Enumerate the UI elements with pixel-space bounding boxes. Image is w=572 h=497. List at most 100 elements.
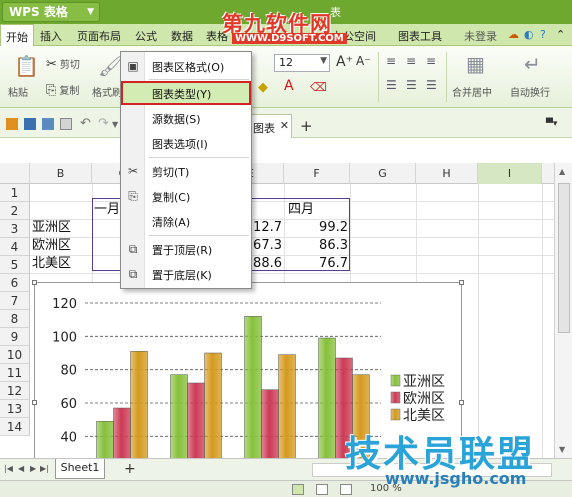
cell-b5[interactable]: 北美区 <box>32 255 71 273</box>
align-middle-icon[interactable]: ≡ <box>406 54 416 68</box>
login-link[interactable]: 未登录 <box>464 28 497 44</box>
paste-icon[interactable]: 📋 <box>14 54 39 78</box>
align-left-icon[interactable]: ☰ <box>386 78 397 92</box>
normal-view-icon[interactable] <box>292 484 304 495</box>
skin-icon[interactable]: ◐ <box>524 28 534 41</box>
row-header[interactable]: 2 <box>0 202 30 220</box>
resize-handle[interactable] <box>459 400 464 405</box>
add-sheet-icon[interactable]: + <box>124 461 136 477</box>
new-tab-icon[interactable]: + <box>300 117 313 135</box>
copy-button[interactable]: ⎘ 复制 <box>46 82 79 98</box>
document-tab[interactable]: 图表 ✕ <box>250 114 292 138</box>
redo-icon[interactable]: ↷ <box>98 116 109 131</box>
sheet-tab[interactable]: Sheet1 <box>55 459 105 479</box>
cloud-icon[interactable]: ☁ <box>508 28 519 41</box>
cell-f5[interactable]: 76.7 <box>296 255 348 273</box>
tab-chart-tools[interactable]: 图表工具 <box>398 28 442 44</box>
close-icon[interactable]: ✕ <box>280 119 289 132</box>
align-bottom-icon[interactable]: ≡ <box>426 54 436 68</box>
row-header[interactable]: 10 <box>0 346 30 364</box>
row-header[interactable]: 7 <box>0 292 30 310</box>
paste-button[interactable]: 粘贴 <box>8 84 28 99</box>
chart-bar[interactable] <box>96 421 114 463</box>
column-header[interactable]: H <box>416 163 478 184</box>
prev-sheet-icon[interactable]: ◀ <box>18 464 24 473</box>
row-header[interactable]: 13 <box>0 400 30 418</box>
chart-bar[interactable] <box>187 382 205 463</box>
scroll-up-icon[interactable]: ▲ <box>559 167 565 176</box>
first-sheet-icon[interactable]: |◀ <box>4 464 13 473</box>
cell-f2[interactable]: 四月 <box>288 201 314 219</box>
cell-b4[interactable]: 欧洲区 <box>32 237 71 255</box>
fill-color-icon[interactable]: ◆ <box>258 80 268 95</box>
row-header[interactable]: 4 <box>0 238 30 256</box>
chart-bar[interactable] <box>278 354 296 463</box>
row-header[interactable]: 12 <box>0 382 30 400</box>
font-color-icon[interactable]: A <box>284 78 294 94</box>
row-header[interactable]: 14 <box>0 418 30 436</box>
open-icon[interactable] <box>6 118 18 130</box>
column-header[interactable]: G <box>350 163 416 184</box>
clear-format-icon[interactable]: ⌫ <box>310 80 327 94</box>
resize-handle[interactable] <box>459 280 464 285</box>
ribbon-collapse-icon[interactable]: ⌃ <box>556 28 565 41</box>
chart-bar[interactable] <box>204 352 222 463</box>
chart-bar[interactable] <box>261 389 279 463</box>
row-header[interactable]: 3 <box>0 220 30 238</box>
merge-center-button[interactable]: 合并居中 <box>452 84 492 99</box>
cut-button[interactable]: ✂ 剪切 <box>46 56 80 72</box>
save-icon[interactable] <box>24 118 36 130</box>
menu-item-send-to-back[interactable]: ⧉ 置于底层(K) <box>121 262 251 286</box>
select-all-corner[interactable] <box>0 163 30 184</box>
auto-wrap-button[interactable]: 自动换行 <box>510 84 550 99</box>
cell-f3[interactable]: 99.2 <box>296 219 348 237</box>
help-icon[interactable]: ? <box>540 28 546 41</box>
chart-bar[interactable] <box>113 407 131 463</box>
row-header[interactable]: 9 <box>0 328 30 346</box>
menu-item-chart-area-format[interactable]: ▣ 图表区格式(O) <box>121 54 251 78</box>
restore-window-icon[interactable]: ▀▾ <box>546 119 557 129</box>
tab-formulas[interactable]: 公式 <box>135 28 157 44</box>
menu-item-clear[interactable]: 清除(A) <box>121 209 251 233</box>
next-sheet-icon[interactable]: ▶ <box>30 464 36 473</box>
chart-bar[interactable] <box>130 351 148 463</box>
chevron-down-icon[interactable]: ▼ <box>112 120 118 129</box>
menu-item-copy[interactable]: ⎘ 复制(C) <box>121 184 251 208</box>
cell-c2[interactable]: 一月 <box>94 201 120 219</box>
tab-page-layout[interactable]: 页面布局 <box>77 28 121 44</box>
row-header[interactable]: 5 <box>0 256 30 274</box>
row-header[interactable]: 11 <box>0 364 30 382</box>
chart-bar[interactable] <box>318 337 336 463</box>
app-menu-button[interactable]: WPS 表格 ▼ <box>2 2 100 22</box>
cell-f4[interactable]: 86.3 <box>296 237 348 255</box>
preview-icon[interactable] <box>60 118 72 130</box>
undo-icon[interactable]: ↶ <box>80 116 91 131</box>
cell-b3[interactable]: 亚洲区 <box>32 219 71 237</box>
resize-handle[interactable] <box>32 280 37 285</box>
column-header[interactable]: F <box>284 163 350 184</box>
wrap-text-icon[interactable]: ↵ <box>524 52 541 76</box>
scroll-down-icon[interactable]: ▼ <box>559 445 565 454</box>
column-header[interactable]: B <box>30 163 92 184</box>
tab-insert[interactable]: 插入 <box>40 28 62 44</box>
row-header[interactable]: 6 <box>0 274 30 292</box>
decrease-font-icon[interactable]: A⁻ <box>356 54 371 68</box>
page-break-view-icon[interactable] <box>316 484 328 495</box>
scrollbar-thumb[interactable] <box>558 183 570 333</box>
vertical-scrollbar[interactable]: ▲ ▼ <box>554 163 572 458</box>
chart-bar[interactable] <box>170 374 188 463</box>
menu-item-source-data[interactable]: 源数据(S) <box>121 106 251 130</box>
tab-data[interactable]: 数据 <box>171 28 193 44</box>
align-center-icon[interactable]: ☰ <box>406 78 417 92</box>
column-header[interactable]: I <box>478 163 542 184</box>
row-header[interactable]: 8 <box>0 310 30 328</box>
menu-item-bring-to-front[interactable]: ⧉ 置于顶层(R) <box>121 237 251 261</box>
menu-item-cut[interactable]: ✂ 剪切(T) <box>121 159 251 183</box>
align-top-icon[interactable]: ≡ <box>386 54 396 68</box>
last-sheet-icon[interactable]: ▶| <box>40 464 49 473</box>
menu-item-chart-type[interactable]: 图表类型(Y) <box>121 81 251 105</box>
print-icon[interactable] <box>42 118 54 130</box>
increase-font-icon[interactable]: A⁺ <box>336 54 353 70</box>
tab-home[interactable]: 开始 <box>0 24 34 46</box>
menu-item-chart-options[interactable]: 图表选项(I) <box>121 131 251 155</box>
